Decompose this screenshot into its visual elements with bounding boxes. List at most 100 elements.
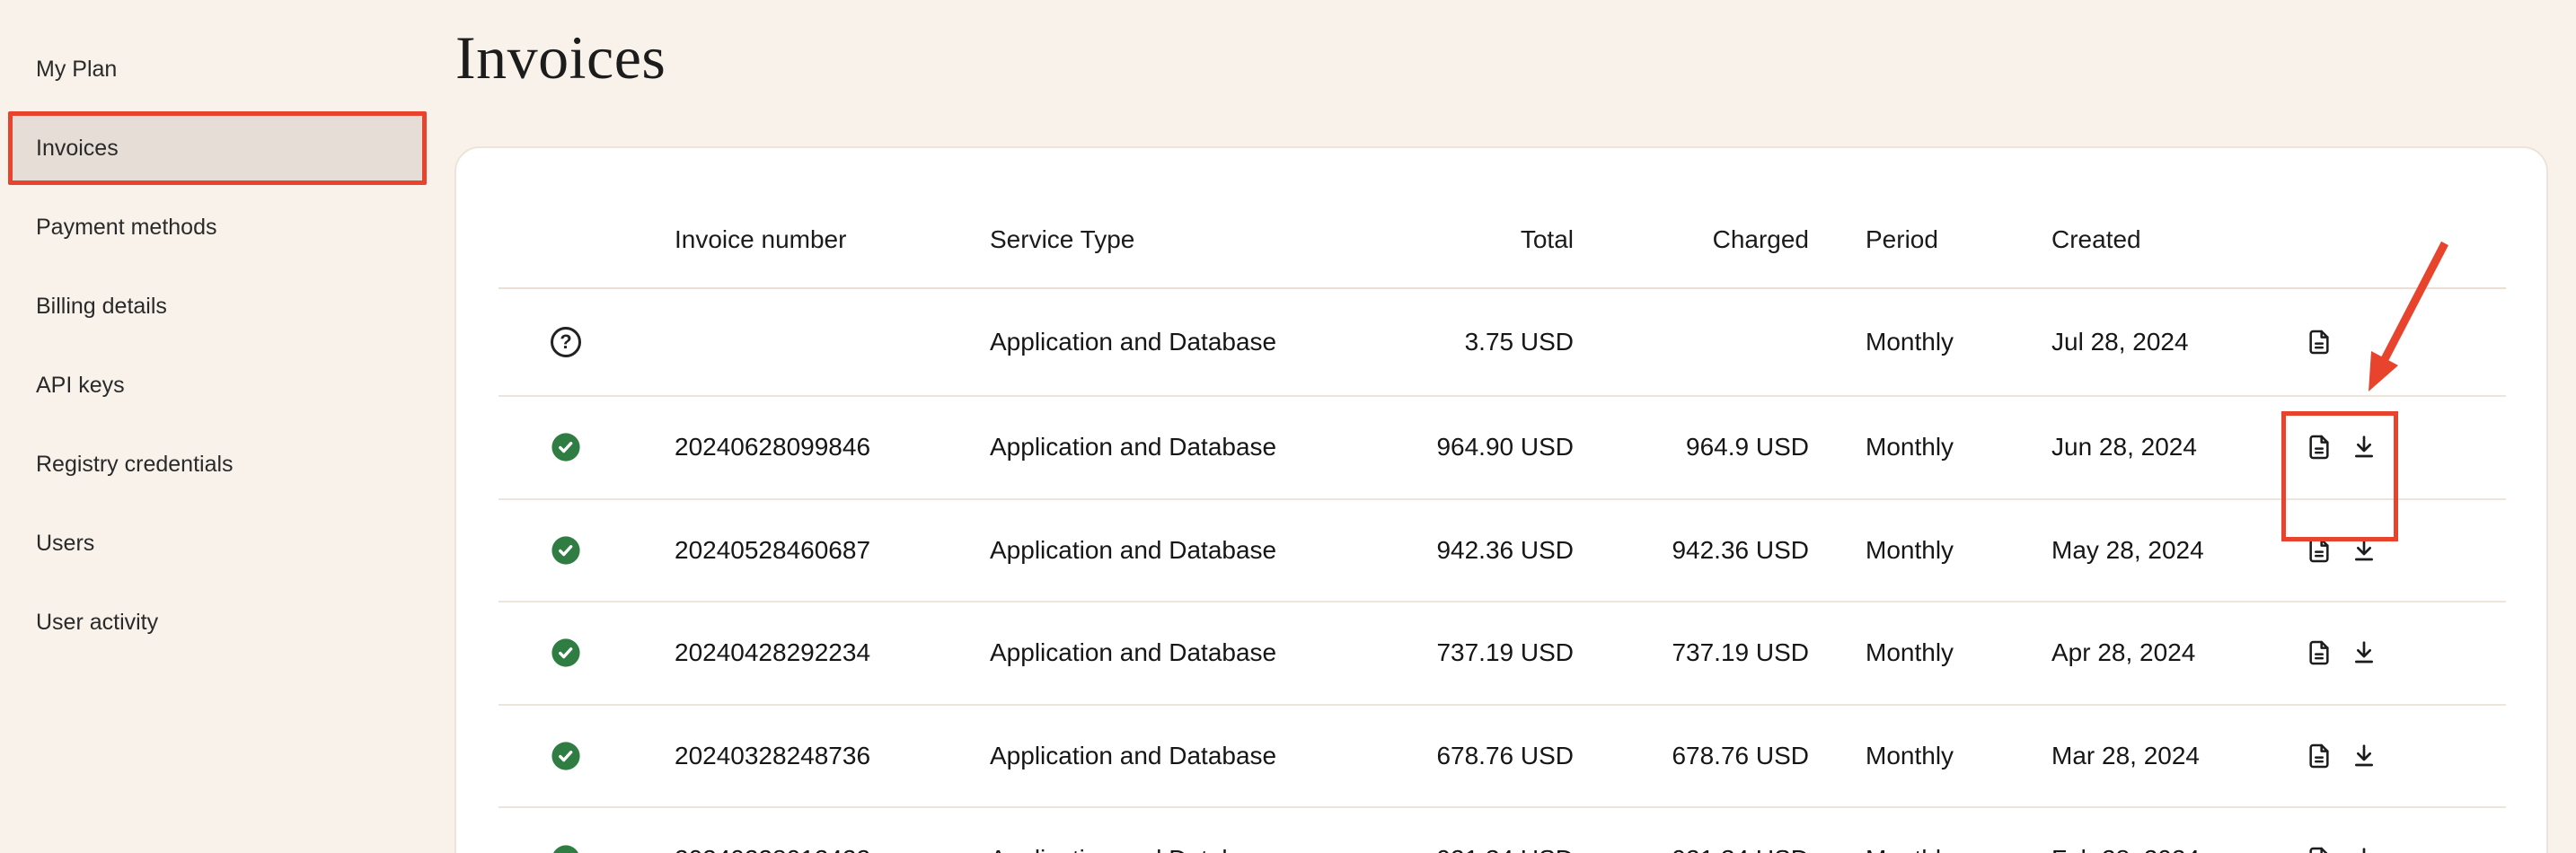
sidebar-item-user-activity[interactable]: User activity (8, 585, 427, 659)
service-type-cell: Application and Database (990, 638, 1394, 667)
invoice-file-icon (2305, 742, 2333, 770)
status-cell: ? (498, 327, 633, 357)
period-cell: Monthly (1809, 742, 2051, 770)
invoice-number-cell: 20240328248736 (633, 742, 990, 770)
sidebar-item-billing-details[interactable]: Billing details (8, 269, 427, 343)
status-paid-icon (551, 741, 581, 771)
invoice-file-icon (2305, 638, 2333, 667)
sidebar-item-registry-credentials[interactable]: Registry credentials (8, 427, 427, 501)
download-invoice-button[interactable] (2350, 742, 2378, 770)
period-cell: Monthly (1809, 536, 2051, 565)
invoice-file-icon (2305, 433, 2333, 462)
service-type-cell: Application and Database (990, 328, 1394, 356)
period-cell: Monthly (1809, 328, 2051, 356)
download-icon (2350, 742, 2378, 770)
download-icon (2350, 536, 2378, 565)
status-cell: ? (498, 432, 633, 462)
download-invoice-button[interactable] (2350, 638, 2378, 667)
status-paid-icon (551, 638, 581, 668)
sidebar-item-label: API keys (36, 373, 125, 399)
view-invoice-button[interactable] (2305, 328, 2333, 356)
status-unknown-icon[interactable]: ? (551, 327, 581, 357)
invoices-page: My Plan Invoices Payment methods Billing… (0, 0, 2576, 853)
invoice-number-cell: 20240628099846 (633, 433, 990, 462)
service-type-cell: Application and Database (990, 742, 1394, 770)
invoice-number-header: Invoice number (633, 225, 990, 254)
sidebar-item-label: Billing details (36, 294, 167, 320)
view-invoice-button[interactable] (2305, 845, 2333, 853)
table-row: ? 20240528460687 Application and Databas… (498, 500, 2506, 603)
total-cell: 678.76 USD (1394, 742, 1574, 770)
created-cell: May 28, 2024 (2051, 536, 2305, 565)
sidebar-nav: My Plan Invoices Payment methods Billing… (8, 32, 427, 664)
view-invoice-button[interactable] (2305, 638, 2333, 667)
charged-cell: 942.36 USD (1574, 536, 1809, 565)
invoice-file-icon (2305, 845, 2333, 853)
actions-cell (2305, 536, 2508, 565)
invoice-number-cell: 20240228012422 (633, 845, 990, 853)
sidebar-item-label: Users (36, 531, 94, 557)
status-cell: ? (498, 638, 633, 668)
created-cell: Mar 28, 2024 (2051, 742, 2305, 770)
created-header: Created (2051, 225, 2305, 254)
sidebar-item-users[interactable]: Users (8, 506, 427, 580)
total-cell: 942.36 USD (1394, 536, 1574, 565)
invoices-table: Invoice number Service Type Total Charge… (498, 148, 2506, 853)
service-type-cell: Application and Database (990, 536, 1394, 565)
sidebar-item-label: User activity (36, 610, 158, 636)
charged-cell: 964.9 USD (1574, 433, 1809, 462)
download-invoice-button[interactable] (2350, 845, 2378, 853)
invoice-number-cell: 20240428292234 (633, 638, 990, 667)
status-cell: ? (498, 741, 633, 771)
charged-cell: 737.19 USD (1574, 638, 1809, 667)
created-cell: Feb 28, 2024 (2051, 845, 2305, 853)
actions-cell (2305, 328, 2508, 356)
download-icon (2350, 433, 2378, 462)
actions-cell (2305, 638, 2508, 667)
sidebar-item-invoices[interactable]: Invoices (8, 111, 427, 185)
table-row: ? 20240428292234 Application and Databas… (498, 602, 2506, 706)
created-cell: Apr 28, 2024 (2051, 638, 2305, 667)
actions-cell (2305, 433, 2508, 462)
actions-cell (2305, 742, 2508, 770)
service-type-cell: Application and Database (990, 433, 1394, 462)
period-cell: Monthly (1809, 845, 2051, 853)
sidebar-item-my-plan[interactable]: My Plan (8, 32, 427, 106)
download-invoice-button[interactable] (2350, 433, 2378, 462)
sidebar-item-label: Invoices (36, 136, 119, 162)
sidebar-item-label: My Plan (36, 57, 117, 83)
status-paid-icon (551, 535, 581, 566)
status-paid-icon (551, 432, 581, 462)
view-invoice-button[interactable] (2305, 433, 2333, 462)
charged-cell: 921.34 USD (1574, 845, 1809, 853)
service-type-cell: Application and Database (990, 845, 1394, 853)
charged-header: Charged (1574, 225, 1809, 254)
total-header: Total (1394, 225, 1574, 254)
charged-cell: 678.76 USD (1574, 742, 1809, 770)
total-cell: 921.34 USD (1394, 845, 1574, 853)
invoice-file-icon (2305, 328, 2333, 356)
sidebar-item-payment-methods[interactable]: Payment methods (8, 190, 427, 264)
table-body: ? Application and Database 3.75 USD Mont… (498, 289, 2506, 853)
view-invoice-button[interactable] (2305, 742, 2333, 770)
status-cell: ? (498, 844, 633, 853)
status-paid-icon (551, 844, 581, 853)
invoice-number-cell: 20240528460687 (633, 536, 990, 565)
total-cell: 737.19 USD (1394, 638, 1574, 667)
period-header: Period (1809, 225, 2051, 254)
sidebar-item-label: Registry credentials (36, 452, 234, 478)
view-invoice-button[interactable] (2305, 536, 2333, 565)
table-row: ? 20240328248736 Application and Databas… (498, 706, 2506, 809)
sidebar-item-label: Payment methods (36, 215, 217, 241)
sidebar-item-api-keys[interactable]: API keys (8, 348, 427, 422)
table-row: ? Application and Database 3.75 USD Mont… (498, 289, 2506, 397)
created-cell: Jul 28, 2024 (2051, 328, 2305, 356)
invoices-card: Invoice number Service Type Total Charge… (454, 146, 2548, 853)
download-icon (2350, 845, 2378, 853)
actions-cell (2305, 845, 2508, 853)
created-cell: Jun 28, 2024 (2051, 433, 2305, 462)
table-header-row: Invoice number Service Type Total Charge… (498, 148, 2506, 289)
download-icon (2350, 638, 2378, 667)
download-invoice-button[interactable] (2350, 536, 2378, 565)
period-cell: Monthly (1809, 638, 2051, 667)
